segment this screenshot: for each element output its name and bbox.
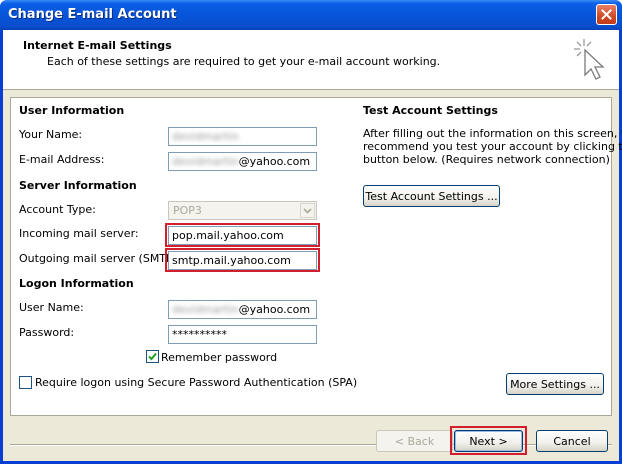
cursor-click-icon xyxy=(574,39,605,80)
spa-checkbox[interactable] xyxy=(19,376,32,389)
outgoing-server-label: Outgoing mail server (SMTP): xyxy=(19,252,181,265)
test-description-line2: recommend you test your account by click… xyxy=(363,140,622,153)
user-name-input[interactable]: devidmartin@yahoo.com xyxy=(168,300,317,319)
more-settings-button[interactable]: More Settings ... xyxy=(506,373,604,395)
next-button[interactable]: Next > xyxy=(454,430,523,452)
remember-password-checkbox[interactable] xyxy=(146,350,159,363)
header-subtitle: Each of these settings are required to g… xyxy=(47,55,441,68)
incoming-server-label: Incoming mail server: xyxy=(19,227,139,240)
cancel-button[interactable]: Cancel xyxy=(536,430,608,452)
password-input[interactable]: ********** xyxy=(168,325,317,344)
outgoing-server-input[interactable]: smtp.mail.yahoo.com xyxy=(168,251,317,270)
outgoing-server-value: smtp.mail.yahoo.com xyxy=(172,254,291,267)
your-name-value: devidmartin xyxy=(172,130,239,143)
incoming-server-input[interactable]: pop.mail.yahoo.com xyxy=(168,226,317,245)
incoming-server-value: pop.mail.yahoo.com xyxy=(172,229,284,242)
checkmark-icon xyxy=(148,352,157,361)
email-address-label: E-mail Address: xyxy=(19,153,105,166)
server-info-heading: Server Information xyxy=(19,179,137,192)
spa-label[interactable]: Require logon using Secure Password Auth… xyxy=(35,376,357,389)
close-button[interactable] xyxy=(596,4,617,25)
test-description-line3: button below. (Requires network connecti… xyxy=(363,153,610,166)
password-label: Password: xyxy=(19,326,75,339)
window-title: Change E-mail Account xyxy=(8,7,177,22)
password-value: ********** xyxy=(172,328,227,341)
remember-password-label[interactable]: Remember password xyxy=(161,351,277,364)
test-account-settings-button[interactable]: Test Account Settings ... xyxy=(363,185,500,207)
account-type-value: POP3 xyxy=(173,204,202,217)
title-bar[interactable]: Change E-mail Account xyxy=(0,0,622,30)
header-band: Internet E-mail Settings Each of these s… xyxy=(3,30,619,90)
user-name-label: User Name: xyxy=(19,301,84,314)
user-name-user-value: devidmartin xyxy=(172,303,239,316)
account-type-label: Account Type: xyxy=(19,203,96,216)
dropdown-arrow xyxy=(300,203,315,218)
email-address-input[interactable]: devidmartin@yahoo.com xyxy=(168,152,317,171)
user-info-heading: User Information xyxy=(19,104,125,117)
close-icon xyxy=(601,9,612,20)
your-name-input[interactable]: devidmartin xyxy=(168,127,317,146)
dialog-client: Internet E-mail Settings Each of these s… xyxy=(3,30,622,461)
email-user-value: devidmartin xyxy=(172,155,239,168)
account-type-select: POP3 xyxy=(168,201,317,220)
email-domain-value: @yahoo.com xyxy=(238,155,311,168)
header-title: Internet E-mail Settings xyxy=(23,39,172,52)
your-name-label: Your Name: xyxy=(19,128,83,141)
chevron-down-icon xyxy=(303,207,312,214)
dialog-window: Change E-mail Account Internet E-mail Se… xyxy=(0,0,622,464)
test-settings-heading: Test Account Settings xyxy=(363,104,498,117)
user-name-domain-value: @yahoo.com xyxy=(238,303,311,316)
logon-info-heading: Logon Information xyxy=(19,277,134,290)
test-description-line1: After filling out the information on thi… xyxy=(363,127,622,140)
back-button[interactable]: < Back xyxy=(376,430,453,452)
